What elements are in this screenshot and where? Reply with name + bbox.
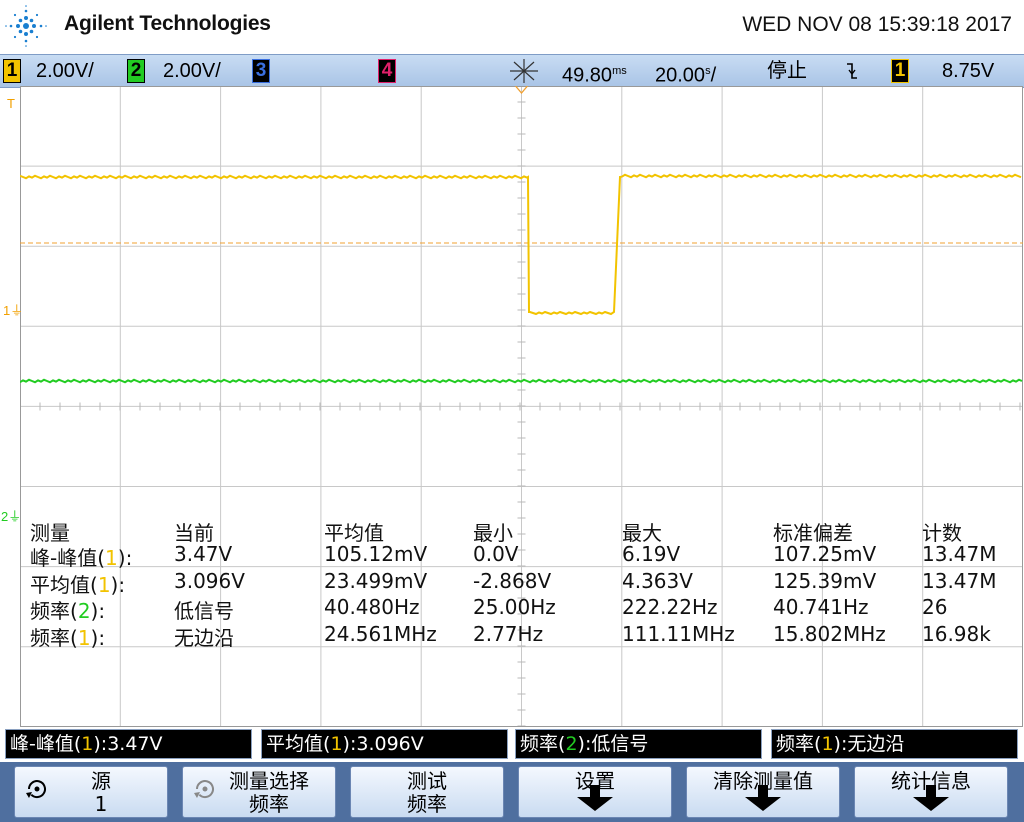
datetime: WED NOV 08 15:39:18 2017 [742,13,1012,36]
softkey-label: 测试 [407,769,447,793]
measurement-std: 40.741Hz [773,595,869,619]
measurement-count: 13.47M [922,542,997,566]
ch2-ground-marker: 2⏚ [1,509,22,524]
ch3-badge[interactable]: 3 [252,59,270,83]
measurement-summary-box: 平均值(1):3.096V [261,729,508,759]
ch2-badge[interactable]: 2 [127,59,145,83]
softkey-value: 频率 [407,792,447,816]
softkey-3[interactable]: 测试 频率 [350,766,504,818]
measurement-mean: 105.12mV [324,542,428,566]
measurement-min: 25.00Hz [473,595,556,619]
measurement-std: 15.802MHz [773,621,886,646]
softkey-label: 测量选择 [229,769,309,793]
ch1-badge[interactable]: 1 [3,59,21,83]
measurement-count: 16.98k [922,621,991,646]
measurement-name: 峰-峰值(1): [30,546,133,570]
softkey-6[interactable]: 统计信息 [854,766,1008,818]
measurement-summary-box: 频率(2):低信号 [515,729,762,759]
measurement-max: 6.19V [622,542,681,566]
timebase-icon [510,59,538,83]
down-arrow-icon [745,785,781,811]
measurement-max: 4.363V [622,568,693,593]
down-arrow-icon [913,785,949,811]
softkey-label: 源 [91,769,111,793]
measurement-current: 无边沿 [174,625,234,650]
softkey-5[interactable]: 清除测量值 [686,766,840,818]
trigger-marker: T [7,96,15,111]
measurement-name: 频率(1): [30,625,106,650]
measurement-min: 2.77Hz [473,621,544,646]
measurement-mean: 24.561MHz [324,621,437,646]
measurement-count: 13.47M [922,568,997,593]
softkey-value: 频率 [249,792,289,816]
falling-edge-icon [847,63,857,79]
measurement-min: 0.0V [473,542,519,566]
measurement-max: 111.11MHz [622,621,735,646]
measurement-name: 平均值(1): [30,572,126,597]
ch2-scale: 2.00V/ [163,60,221,82]
trigger-source-badge[interactable]: 1 [891,59,909,83]
softkey-value: 1 [94,792,108,816]
measurement-min: -2.868V [473,568,552,593]
brand-name: Agilent Technologies [64,12,271,35]
ch1-scale: 2.00V/ [36,60,94,82]
agilent-logo-icon [5,5,47,47]
measurement-summary-box: 频率(1):无边沿 [771,729,1018,759]
measurement-std: 107.25mV [773,542,877,566]
measurement-mean: 23.499mV [324,568,428,593]
status-bar: 1 2.00V/ 2 2.00V/ 3 4 49.80ms 20.00s/ 停止… [0,54,1024,88]
softkey-2[interactable]: 测量选择 频率 [182,766,336,818]
time-offset: 49.80ms [562,64,627,87]
measurement-max: 222.22Hz [622,595,718,619]
measurement-mean: 40.480Hz [324,595,420,619]
ch4-badge[interactable]: 4 [378,59,396,83]
measurement-current: 低信号 [174,599,234,623]
softkey-4[interactable]: 设置 [518,766,672,818]
measurement-std: 125.39mV [773,568,877,593]
measurement-current: 3.47V [174,542,233,566]
ch1-ground-marker: 1⏚ [3,303,24,318]
run-state: 停止 [767,60,807,82]
time-scale: 20.00s/ [655,64,717,87]
down-arrow-icon [577,785,613,811]
header: Agilent Technologies WED NOV 08 15:39:18… [0,0,1024,54]
ch1-waveform [20,173,1022,316]
measurement-name: 频率(2): [30,599,106,623]
measurement-summary-box: 峰-峰值(1):3.47V [5,729,252,759]
softkey-1[interactable]: 源1 [14,766,168,818]
measurement-count: 26 [922,595,948,619]
trigger-level: 8.75V [942,60,995,82]
measurement-current: 3.096V [174,568,245,593]
